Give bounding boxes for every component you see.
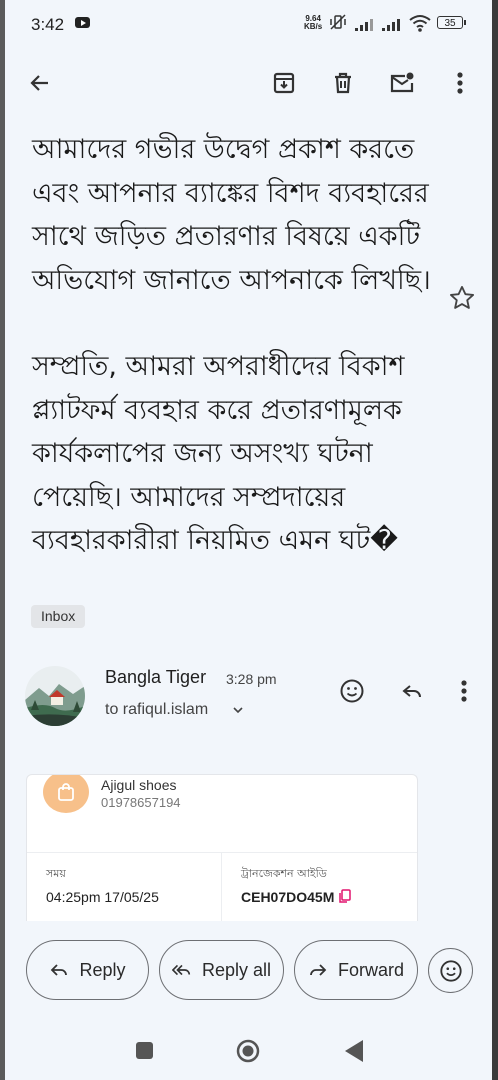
reply-action-button[interactable]: Reply (26, 940, 149, 1000)
signal-1-icon (355, 17, 373, 31)
merchant-name: Ajigul shoes (101, 777, 177, 793)
recents-button[interactable] (136, 1042, 153, 1059)
reply-label: Reply (79, 959, 126, 980)
card-divider (27, 852, 417, 853)
wifi-icon (409, 15, 431, 32)
mark-unread-icon (390, 72, 414, 93)
reply-all-label: Reply all (201, 959, 272, 980)
recipient-details[interactable]: to rafiqul.islam (105, 701, 208, 719)
delete-button[interactable] (326, 66, 360, 100)
message-paragraph: আমাদের গভীর উদ্বেগ প্রকাশ করতে এবং আপনার… (32, 134, 438, 296)
email-toolbar (5, 56, 492, 110)
reply-actions: Reply Reply all Forward (0, 940, 498, 1002)
copy-icon[interactable] (338, 889, 351, 904)
archive-button[interactable] (267, 66, 301, 100)
system-navigation-bar (5, 1020, 492, 1080)
chevron-down-icon[interactable] (232, 704, 244, 716)
message-time: 3:28 pm (226, 671, 277, 687)
star-icon[interactable] (448, 284, 476, 312)
merchant-phone: 01978657194 (101, 795, 181, 810)
battery-indicator: 35 (437, 16, 466, 29)
vibrate-off-icon (329, 14, 347, 34)
forward-label: Forward (337, 959, 404, 980)
emoji-icon (439, 959, 462, 982)
home-button[interactable] (236, 1039, 260, 1063)
youtube-notification-icon (75, 17, 90, 28)
back-nav-button[interactable] (345, 1040, 363, 1062)
reply-icon (51, 964, 68, 976)
message-body: আমাদের গভীর উদ্বেগ প্রকাশ করতে এবং আপনার… (32, 128, 432, 563)
more-vert-icon (457, 72, 463, 94)
signal-2-icon (382, 17, 400, 31)
add-reaction-button[interactable] (336, 675, 368, 707)
time-label: সময় (46, 867, 66, 880)
transaction-id-value: CEH07DO45M (241, 889, 335, 905)
status-time: 3:42 (31, 15, 65, 34)
mark-unread-button[interactable] (385, 66, 419, 100)
shopping-bag-icon (58, 783, 74, 801)
transaction-id-label: ট্রানজেকশন আইডি (241, 867, 327, 880)
avatar[interactable] (25, 666, 85, 726)
archive-icon (273, 72, 295, 94)
time-value: 04:25pm 17/05/25 (46, 889, 159, 905)
screen-frame-right (492, 0, 498, 1080)
forward-icon (310, 964, 327, 976)
trash-icon (335, 72, 351, 94)
network-speed-unit: KB/s (304, 22, 323, 31)
sender-name: Bangla Tiger (105, 667, 207, 687)
transaction-receipt-image[interactable]: Ajigul shoes 01978657194 সময় 04:25pm 17… (26, 774, 418, 921)
arrow-back-icon (30, 75, 48, 91)
inbox-label-chip[interactable]: Inbox (31, 605, 86, 628)
message-paragraph: সম্প্রতি, আমরা অপরাধীদের বিকাশ প্ল্যাটফর… (32, 351, 414, 556)
emoji-icon (340, 679, 364, 703)
more-vert-icon (461, 680, 467, 702)
status-bar: 3:42 9.64 KB/s 35 (5, 0, 492, 48)
reply-all-icon (171, 964, 191, 976)
shop-avatar (43, 775, 89, 813)
screen-frame-left (0, 0, 5, 1080)
card-divider-vertical (221, 852, 222, 921)
more-options-button[interactable] (443, 66, 477, 100)
reply-icon (402, 685, 421, 698)
emoji-react-button[interactable] (428, 948, 473, 993)
network-speed: 9.64 KB/s (304, 15, 322, 31)
reply-all-button[interactable]: Reply all (159, 940, 284, 1000)
message-more-button[interactable] (448, 675, 480, 707)
back-button[interactable] (23, 66, 57, 100)
reply-button[interactable] (396, 675, 428, 707)
forward-button[interactable]: Forward (294, 940, 418, 1000)
